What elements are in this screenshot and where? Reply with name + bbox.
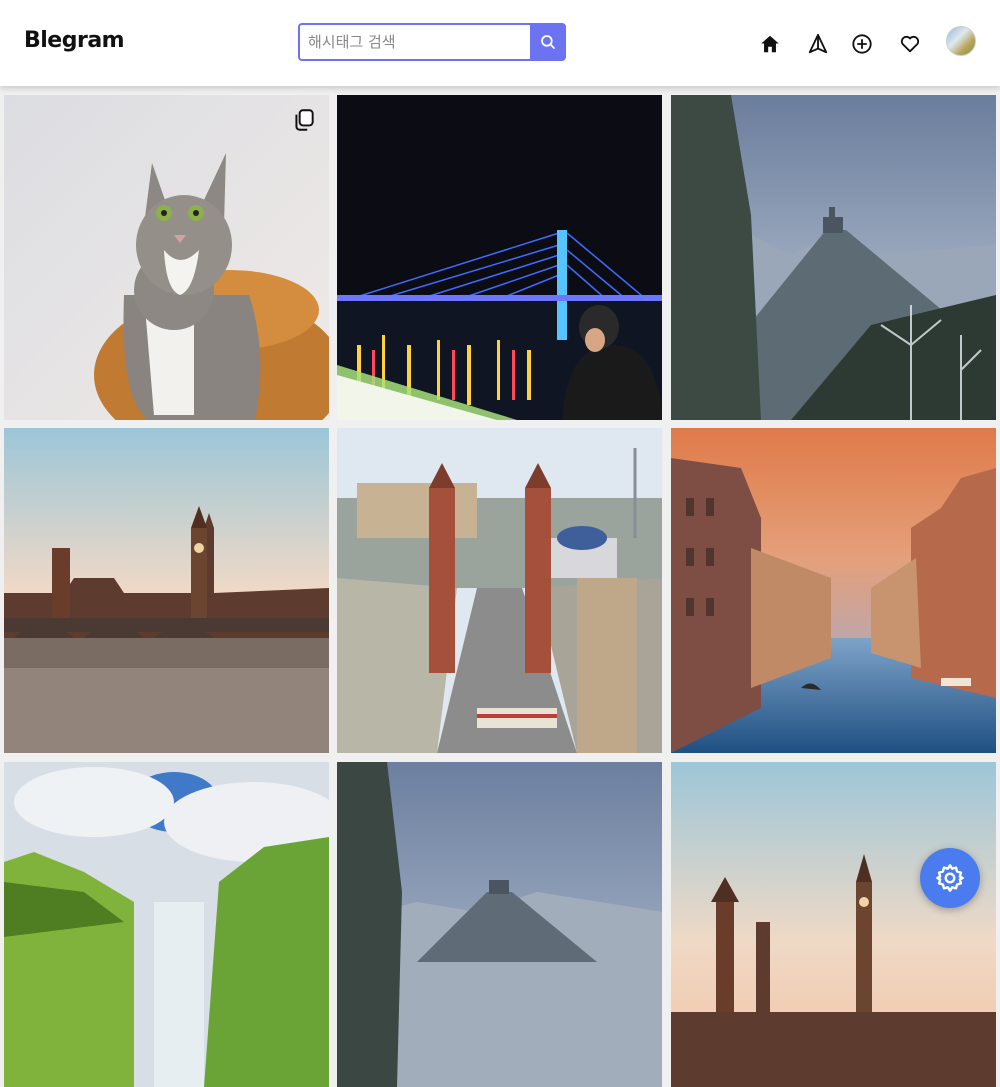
home-button[interactable] <box>758 32 782 56</box>
multiple-images-icon <box>291 107 317 133</box>
add-post-icon <box>852 34 872 54</box>
london-sunset-photo <box>4 428 329 753</box>
cat-photo <box>4 95 329 420</box>
post-tile-winter-castle[interactable] <box>671 95 996 420</box>
explore-button[interactable] <box>806 32 830 56</box>
post-tile-night-bridge[interactable] <box>337 95 662 420</box>
post-tile-venice-canal[interactable] <box>671 428 996 753</box>
venice-canal-photo <box>671 428 996 753</box>
add-post-button[interactable] <box>850 32 874 56</box>
waterfall-cliffs-photo <box>4 762 329 1087</box>
winter-castle-photo <box>671 95 996 420</box>
post-tile-cat[interactable] <box>4 95 329 420</box>
gear-icon <box>936 864 964 892</box>
post-tile-waterfall-cliffs[interactable] <box>4 762 329 1087</box>
settings-button[interactable] <box>920 848 980 908</box>
post-tile-london-sunset[interactable] <box>4 428 329 753</box>
nav-icon-group <box>0 26 1000 66</box>
avatar[interactable] <box>946 26 976 56</box>
post-tile-winter-castle-2[interactable] <box>337 762 662 1087</box>
heart-icon <box>900 35 920 53</box>
london-sunset-2-photo <box>671 762 996 1087</box>
top-navbar: Blegram <box>0 0 1000 86</box>
explore-icon <box>808 33 828 54</box>
night-bridge-photo <box>337 95 662 420</box>
home-icon <box>761 35 779 53</box>
post-tile-barcelona-towers[interactable] <box>337 428 662 753</box>
winter-castle-2-photo <box>337 762 662 1087</box>
barcelona-towers-photo <box>337 428 662 753</box>
post-tile-london-sunset-2[interactable] <box>671 762 996 1087</box>
activity-button[interactable] <box>898 32 922 56</box>
